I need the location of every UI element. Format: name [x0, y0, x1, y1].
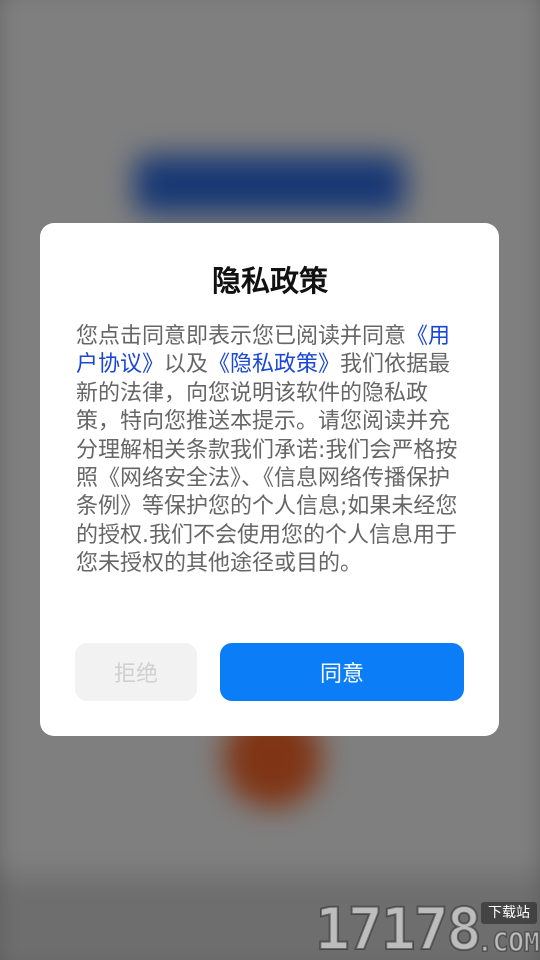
dialog-title: 隐私政策	[211, 264, 328, 298]
watermark-domain: .COM	[476, 927, 540, 959]
site-watermark: 17178 下载站 .COM	[314, 895, 540, 960]
dialog-body: 您点击同意即表示您已阅读并同意《用户协议》以及《隐私政策》我们依据最新的法律，向…	[76, 323, 466, 579]
reject-button[interactable]: 拒绝	[75, 643, 197, 701]
body-intro: 您点击同意即表示您已阅读并同意	[76, 324, 407, 349]
privacy-policy-link[interactable]: 《隐私政策》	[208, 352, 340, 377]
body-connector: 以及	[164, 352, 209, 378]
watermark-digits: 17178	[314, 895, 483, 960]
watermark-tag: 下载站	[481, 902, 537, 924]
body-rest: 我们依据最新的法律，向您说明该软件的隐私政策，特向您推送本提示。请您阅读并充分理…	[76, 352, 458, 577]
agree-button[interactable]: 同意	[220, 643, 464, 701]
